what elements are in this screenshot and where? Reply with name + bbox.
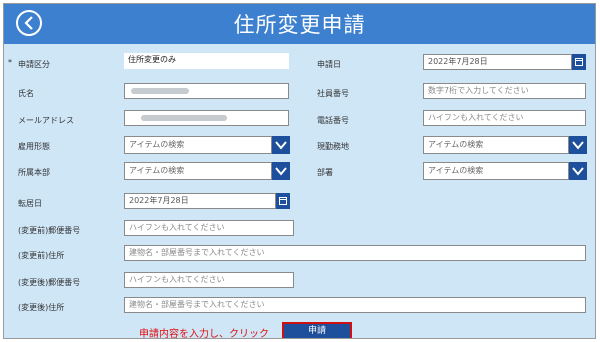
- redacted-text: [141, 115, 227, 121]
- calendar-icon[interactable]: [276, 193, 290, 209]
- move-date-label: 転居日: [18, 199, 42, 208]
- new-zip-label: (変更後)郵便番号: [18, 278, 81, 287]
- phone-field[interactable]: ハイフンも入れてください: [423, 110, 586, 126]
- application-date-picker[interactable]: 2022年7月28日: [423, 54, 586, 70]
- chevron-down-icon[interactable]: [569, 162, 587, 180]
- submit-hint: 申請内容を入力し、クリック: [139, 329, 269, 339]
- move-date-value: 2022年7月28日: [124, 193, 276, 209]
- application-type-field[interactable]: 住所変更のみ: [124, 53, 289, 69]
- submit-button[interactable]: 申請: [282, 322, 352, 338]
- department-dropdown[interactable]: アイテムの検索: [423, 162, 587, 180]
- old-address-field[interactable]: 建物名・部屋番号まで入れてください: [124, 245, 586, 261]
- employment-type-dropdown[interactable]: アイテムの検索: [124, 136, 290, 154]
- required-mark: *: [8, 58, 12, 67]
- employee-no-label: 社員番号: [317, 89, 349, 98]
- application-date-label: 申請日: [317, 60, 341, 69]
- email-label: メールアドレス: [18, 116, 74, 125]
- employment-type-label: 雇用形態: [18, 142, 50, 151]
- old-address-label: (変更前)住所: [18, 251, 65, 260]
- chevron-down-icon[interactable]: [569, 136, 587, 154]
- department-label: 部署: [317, 168, 333, 177]
- work-location-dropdown[interactable]: アイテムの検索: [423, 136, 587, 154]
- new-zip-field[interactable]: ハイフンも入れてください: [124, 272, 294, 288]
- move-date-picker[interactable]: 2022年7月28日: [124, 193, 290, 209]
- name-field[interactable]: [124, 83, 289, 99]
- new-address-field[interactable]: 建物名・部屋番号まで入れてください: [124, 297, 586, 313]
- work-location-label: 現勤務地: [317, 142, 349, 151]
- redacted-text: [131, 88, 189, 94]
- old-zip-field[interactable]: ハイフンも入れてください: [124, 220, 294, 236]
- application-type-label: 申請区分: [18, 60, 50, 69]
- old-zip-label: (変更前)郵便番号: [18, 226, 81, 235]
- calendar-icon[interactable]: [572, 54, 586, 70]
- header-bar: 住所変更申請: [4, 4, 595, 44]
- chevron-down-icon[interactable]: [272, 136, 290, 154]
- email-field[interactable]: [124, 110, 289, 126]
- division-dropdown[interactable]: アイテムの検索: [124, 162, 290, 180]
- name-label: 氏名: [18, 89, 34, 98]
- new-address-label: (変更後)住所: [18, 303, 65, 312]
- phone-label: 電話番号: [317, 116, 349, 125]
- employee-no-field[interactable]: 数字7桁で入力してください: [423, 83, 586, 99]
- chevron-down-icon[interactable]: [272, 162, 290, 180]
- application-date-value: 2022年7月28日: [423, 54, 572, 70]
- page-title: 住所変更申請: [233, 13, 366, 37]
- division-label: 所属本部: [18, 168, 50, 177]
- app-window: 住所変更申請 * 申請区分 住所変更のみ 申請日 2022年7月28日 氏名 社…: [3, 3, 596, 339]
